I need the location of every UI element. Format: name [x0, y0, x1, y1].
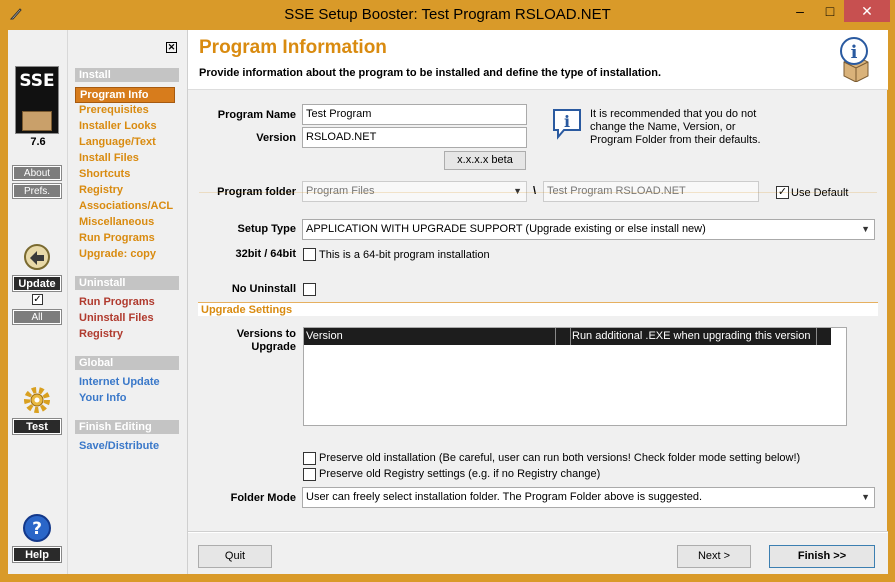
page-title: Program Information: [199, 37, 387, 58]
main-panel: Program Information Provide information …: [187, 30, 888, 574]
preserve-registry-label: Preserve old Registry settings (e.g. if …: [319, 468, 601, 480]
bitness-label: 32bit / 64bit: [235, 248, 296, 260]
folder-mode-value: User can freely select installation fold…: [306, 491, 702, 503]
svg-text:i: i: [564, 112, 570, 131]
all-button[interactable]: All: [13, 310, 61, 324]
chevron-down-icon: ▼: [861, 492, 870, 502]
folder-mode-select[interactable]: User can freely select installation fold…: [302, 487, 875, 508]
info-box-icon: i: [840, 37, 869, 82]
nav-item-registry[interactable]: Registry: [79, 183, 123, 197]
sse-logo: SSE: [15, 66, 59, 134]
column-version[interactable]: Version: [306, 328, 556, 345]
nav-item-prerequisites[interactable]: Prerequisites: [79, 103, 149, 117]
list-header: Version Run additional .EXE when upgradi…: [304, 328, 831, 345]
help-icon[interactable]: ?: [22, 513, 52, 543]
preserve-registry-checkbox[interactable]: [303, 468, 316, 481]
upgrade-settings-header: Upgrade Settings: [198, 302, 878, 316]
preserve-install-label: Preserve old installation (Be careful, u…: [319, 452, 801, 464]
box-icon: [22, 111, 52, 131]
nav-item-upgrade-copy[interactable]: Upgrade: copy: [79, 247, 156, 261]
update-icon[interactable]: [22, 242, 52, 272]
use-default-label: Use Default: [791, 187, 849, 199]
nav-section-finish: Finish Editing: [75, 420, 179, 434]
nav-item-installer-looks[interactable]: Installer Looks: [79, 119, 157, 133]
nav-item-program-info[interactable]: Program Info: [75, 87, 175, 103]
divider: [199, 192, 877, 193]
preserve-install-checkbox[interactable]: [303, 452, 316, 465]
nav-item-run-programs[interactable]: Run Programs: [79, 231, 155, 245]
page-subtitle: Provide information about the program to…: [199, 67, 662, 79]
program-folder-value: Program Files: [306, 185, 375, 197]
versions-label-2: Upgrade: [251, 341, 296, 353]
svg-text:?: ?: [32, 519, 42, 539]
setup-type-value: APPLICATION WITH UPGRADE SUPPORT (Upgrad…: [306, 223, 706, 235]
version-input[interactable]: RSLOAD.NET: [302, 127, 527, 148]
quit-button[interactable]: Quit: [198, 545, 272, 568]
nav-item-uninstall-registry[interactable]: Registry: [79, 327, 123, 341]
version-format-button[interactable]: x.x.x.x beta: [444, 151, 526, 170]
nav-section-uninstall: Uninstall: [75, 276, 179, 290]
nav-item-your-info[interactable]: Your Info: [79, 391, 126, 405]
test-button[interactable]: Test: [13, 419, 61, 434]
nav-item-save-distribute[interactable]: Save/Distribute: [79, 439, 159, 453]
upgrade-versions-list[interactable]: Version Run additional .EXE when upgradi…: [303, 327, 847, 426]
nav-item-miscellaneous[interactable]: Miscellaneous: [79, 215, 154, 229]
finish-button[interactable]: Finish >>: [769, 545, 875, 568]
update-button[interactable]: Update: [13, 276, 61, 291]
prefs-button[interactable]: Prefs.: [13, 184, 61, 198]
nav-item-internet-update[interactable]: Internet Update: [79, 375, 160, 389]
versions-label-1: Versions to: [236, 328, 296, 340]
title-bar: SSE Setup Booster: Test Program RSLOAD.N…: [0, 0, 895, 28]
column-blank[interactable]: [559, 328, 571, 345]
nav-item-shortcuts[interactable]: Shortcuts: [79, 167, 130, 181]
program-name-label: Program Name: [217, 109, 296, 121]
setup-type-label: Setup Type: [237, 223, 296, 235]
64bit-checkbox[interactable]: [303, 248, 316, 261]
info-note: It is recommended that you do not change…: [590, 108, 761, 146]
gear-icon[interactable]: [22, 385, 52, 415]
close-button[interactable]: ✕: [844, 0, 890, 22]
info-icon: i: [553, 109, 581, 140]
page-header: Program Information Provide information …: [188, 30, 888, 90]
nav-item-install-files[interactable]: Install Files: [79, 151, 139, 165]
upgrade-settings-title: Upgrade Settings: [201, 304, 293, 316]
tool-strip: SSE 7.6 About Prefs. Update ✓ All Test ?…: [8, 30, 68, 574]
window-title: SSE Setup Booster: Test Program RSLOAD.N…: [284, 6, 611, 23]
help-button[interactable]: Help: [13, 547, 61, 562]
column-run-exe[interactable]: Run additional .EXE when upgrading this …: [572, 328, 817, 345]
svg-text:i: i: [851, 42, 858, 63]
nav-section-install: Install: [75, 68, 179, 82]
footer-bar: Quit Next > Finish >>: [188, 532, 888, 574]
close-icon[interactable]: ✕: [166, 42, 177, 53]
64bit-label: This is a 64-bit program installation: [319, 249, 490, 261]
nav-item-language-text[interactable]: Language/Text: [79, 135, 156, 149]
nav-item-uninstall-files[interactable]: Uninstall Files: [79, 311, 154, 325]
folder-mode-label: Folder Mode: [230, 492, 296, 504]
nav-item-associations[interactable]: Associations/ACL: [79, 199, 173, 213]
minimize-button[interactable]: –: [785, 0, 815, 22]
next-button[interactable]: Next >: [677, 545, 751, 568]
version-label: Version: [256, 132, 296, 144]
maximize-button[interactable]: □: [815, 0, 845, 22]
window-client: SSE 7.6 About Prefs. Update ✓ All Test ?…: [8, 30, 888, 574]
version-label: 7.6: [30, 136, 46, 148]
program-name-input[interactable]: Test Program: [302, 104, 527, 125]
path-separator: \: [533, 185, 537, 197]
no-uninstall-label: No Uninstall: [231, 283, 296, 295]
logo-text: SSE: [19, 71, 55, 91]
no-uninstall-checkbox[interactable]: [303, 283, 316, 296]
nav-section-global: Global: [75, 356, 179, 370]
about-button[interactable]: About: [13, 166, 61, 180]
nav-item-uninstall-run-programs[interactable]: Run Programs: [79, 295, 155, 309]
setup-type-select[interactable]: APPLICATION WITH UPGRADE SUPPORT (Upgrad…: [302, 219, 875, 240]
navigation-panel: ✕ Install Program Info Prerequisites Ins…: [69, 30, 186, 574]
chevron-down-icon: ▼: [861, 224, 870, 234]
update-checkbox[interactable]: ✓: [32, 294, 43, 305]
